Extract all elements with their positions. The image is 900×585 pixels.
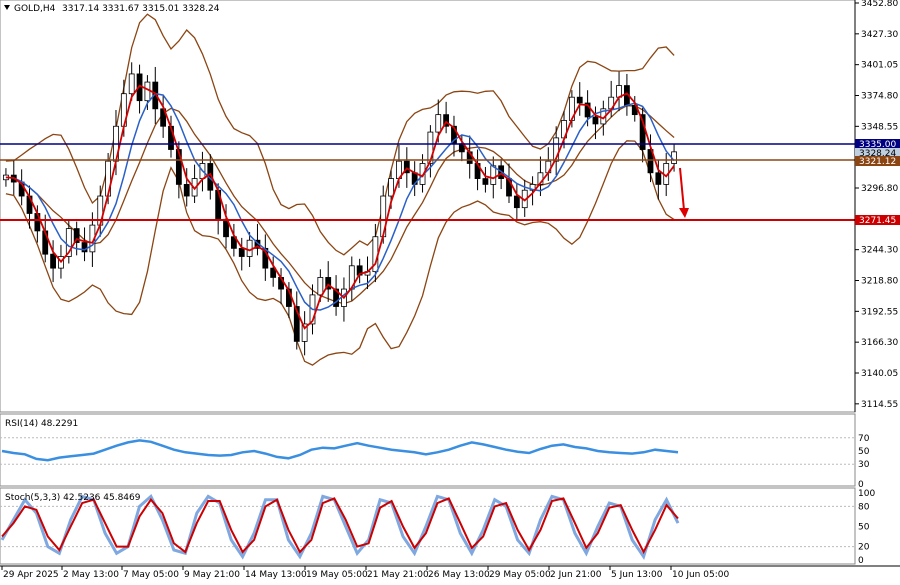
price-tick-label: 3348.55 [861,122,898,132]
time-tick-label: 29 Apr 2025 [3,570,59,580]
price-tick-label: 3114.55 [861,400,898,410]
time-tick-label: 29 May 05:00 [489,570,551,580]
time-tick-label: 9 May 21:00 [184,570,240,580]
bear-candle [238,247,245,257]
price-tick-label: 3374.80 [861,92,898,102]
price-tick-label: 3218.80 [861,277,898,287]
rsi-label: RSI(14) 48.2291 [5,419,78,429]
time-tick-label: 7 May 05:00 [123,570,179,580]
time-tick-label: 2 May 13:00 [63,570,119,580]
trading-chart[interactable]: GOLD,H4 3317.14 3331.67 3315.01 3328.24 … [0,0,900,585]
bull-candle [246,239,253,257]
stoch-axis-label: 100 [858,489,875,499]
price-tick-label: 3166.30 [861,338,898,348]
price-tick-label: 3192.55 [861,307,898,317]
bull-candle [388,178,394,197]
stoch-axis-label: 20 [858,543,870,553]
rsi-axis-label: 30 [858,460,870,470]
price-tick-label: 3296.80 [861,184,898,194]
rsi-axis-label: 50 [858,447,870,457]
time-tick-label: 10 Jun 05:00 [672,570,729,580]
ohlc-readout: 3317.14 3331.67 3315.01 3328.24 [62,4,220,14]
bear-candle [592,116,599,125]
time-tick-label: 21 May 21:00 [367,570,429,580]
red-level-value: 3271.45 [859,216,896,226]
brown-level-value: 3321.12 [859,157,896,167]
bear-candle [576,96,583,104]
stoch-axis-label: 50 [858,523,870,533]
price-tick-label: 3140.05 [861,369,898,379]
bull-candle [490,165,497,185]
stoch-axis-label: 0 [858,556,864,566]
bull-candle [144,81,151,102]
bear-candle [482,178,489,185]
symbol-label: GOLD,H4 [14,4,56,14]
stoch-label: Stoch(5,3,3) 42.5236 45.8469 [5,493,141,503]
rsi-axis-label: 70 [858,434,870,444]
bear-candle [655,172,662,185]
stoch-axis-label: 80 [858,502,870,512]
price-tick-label: 3452.80 [861,0,898,9]
price-tick-label: 3401.05 [861,61,898,71]
price-tick-label: 3427.30 [861,30,898,40]
time-tick-label: 26 May 13:00 [428,570,490,580]
bear-candle [513,195,520,209]
bull-candle [317,277,324,296]
bear-candle [183,184,190,197]
bull-candle [128,73,135,95]
bear-candle [50,253,56,269]
time-tick-label: 2 Jun 21:00 [550,570,602,580]
bull-candle [435,114,442,133]
time-tick-label: 5 Jun 13:00 [611,570,663,580]
time-tick-label: 14 May 13:00 [245,570,307,580]
time-tick-label: 19 May 05:00 [306,570,368,580]
price-tick-label: 3244.30 [861,246,898,256]
